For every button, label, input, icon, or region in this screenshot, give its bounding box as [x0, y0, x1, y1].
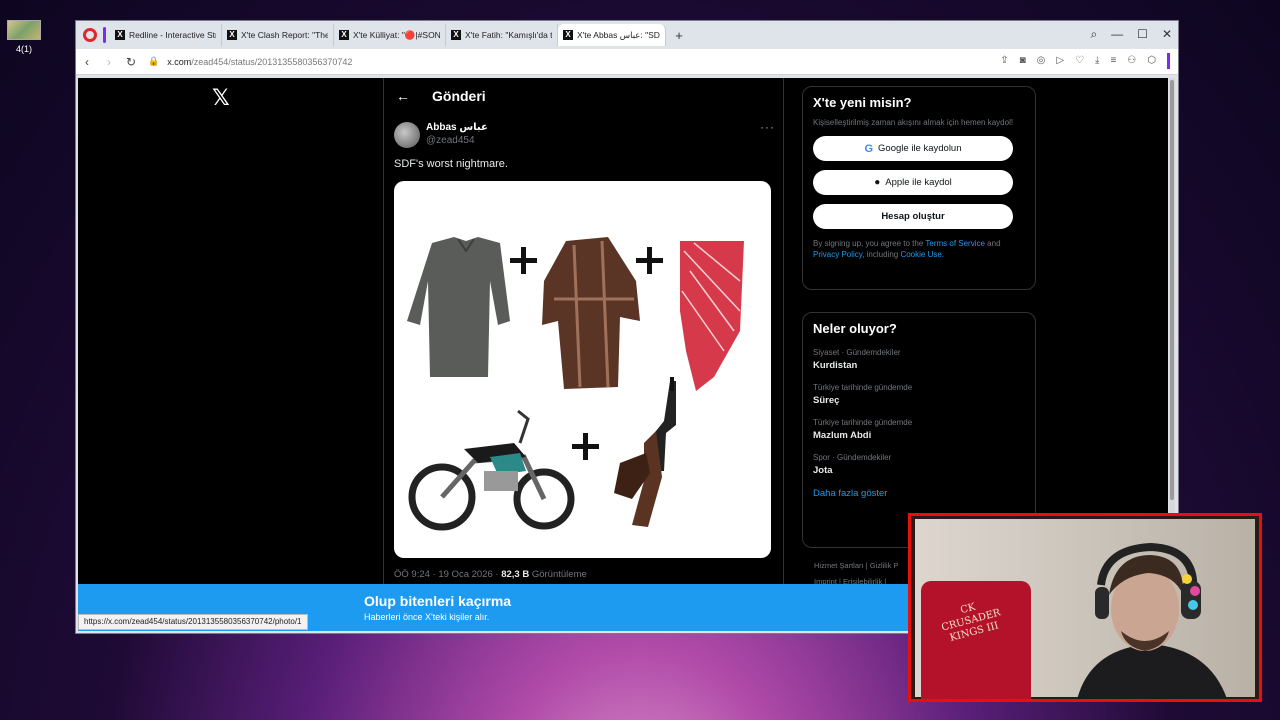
sidebar-accent [1167, 53, 1170, 69]
column-divider-right [783, 78, 784, 631]
search-tabs-icon[interactable]: ⌕ [1090, 27, 1097, 42]
apple-signup-button[interactable]: ● Apple ile kaydol [813, 170, 1013, 195]
back-nav-button[interactable]: ‹ [76, 55, 98, 69]
trend-item[interactable]: Spor · Gündemdekiler Jota [813, 453, 1025, 476]
gaming-chair [921, 581, 1031, 699]
trend-item[interactable]: Türkiye tarihinde gündemde Mazlum Abdi [813, 418, 1025, 441]
signup-title: X'te yeni misin? [813, 95, 912, 110]
post-header: ← Gönderi [396, 88, 486, 104]
webcam-feed: CK CRUSADER KINGS III [915, 519, 1255, 699]
trend-item[interactable]: Siyaset · Gündemdekiler Kurdistan [813, 348, 1025, 371]
profile-icon[interactable]: ⚇ [1127, 55, 1136, 69]
x-logo-icon[interactable]: 𝕏 [212, 86, 230, 111]
maximize-button[interactable]: ☐ [1137, 27, 1148, 42]
menu-icon[interactable]: ≡ [1110, 55, 1116, 69]
plus-sign-icon [572, 433, 599, 460]
view-count: 82,3 B [501, 569, 530, 580]
sidebar-indicator [103, 27, 106, 43]
apple-icon: ● [874, 177, 881, 188]
opera-logo-icon[interactable] [83, 28, 97, 42]
banner-subtitle: Haberleri önce X'teki kişiler alır. [364, 612, 490, 622]
column-divider-left [383, 78, 384, 631]
more-options-icon[interactable]: ··· [760, 120, 775, 134]
author-name[interactable]: Abbas عباس [426, 122, 488, 133]
page-scrollbar[interactable] [1169, 78, 1175, 528]
reload-button[interactable]: ↻ [120, 55, 142, 69]
tab-abbas-active[interactable]: XX'te Abbas عباس: "SDF's w [558, 24, 666, 46]
camera-icon[interactable]: ◙ [1020, 55, 1026, 69]
share-icon[interactable]: ⇪ [1000, 55, 1008, 69]
signup-terms: By signing up, you agree to the Terms of… [813, 239, 1001, 259]
signup-card: X'te yeni misin? Kişiselleştirilmiş zama… [802, 86, 1036, 290]
motorcycle-icon [408, 409, 575, 531]
forward-nav-button[interactable]: › [98, 55, 120, 69]
tab-kulliyat[interactable]: XX'te Külliyat: "🔴|#SONDA [334, 24, 446, 46]
plus-sign-icon [636, 247, 663, 274]
rifle-icon [614, 377, 676, 527]
tweet-text: SDF's worst nightmare. [394, 158, 508, 170]
x-favicon-icon: X [451, 30, 461, 40]
webcam-overlay: CK CRUSADER KINGS III [908, 513, 1262, 702]
link-status-bar: https://x.com/zead454/status/20131355803… [78, 614, 308, 630]
google-signup-button[interactable]: G Google ile kaydolun [813, 136, 1013, 161]
lock-icon[interactable]: 🔒 [148, 56, 159, 67]
tab-fatih[interactable]: XX'te Fatih: "Kamışlı'da topl [446, 24, 558, 46]
show-more-link[interactable]: Daha fazla göster [813, 488, 1025, 499]
new-tab-button[interactable]: + [670, 28, 688, 43]
author-handle[interactable]: @zead454 [426, 135, 488, 146]
extensions-icon[interactable]: ⬡ [1147, 55, 1156, 69]
tweet-media[interactable] [394, 181, 771, 558]
media-image [407, 237, 744, 531]
tab-clash-report[interactable]: XX'te Clash Report: "The Sy [222, 24, 334, 46]
robe-icon [407, 237, 510, 377]
tab-bar: XRedline - Interactive Strate XX'te Clas… [76, 21, 1178, 49]
download-icon[interactable]: ⤓ [1095, 55, 1099, 69]
trend-item[interactable]: Türkiye tarihinde gündemde Süreç [813, 383, 1025, 406]
trends-title: Neler oluyor? [813, 321, 897, 336]
shield-icon[interactable]: ◎ [1037, 55, 1046, 69]
streamer-figure [1077, 542, 1227, 699]
desktop-icon-label: 4(1) [15, 44, 32, 54]
create-account-button[interactable]: Hesap oluştur [813, 204, 1013, 229]
page-title: Gönderi [432, 88, 486, 104]
privacy-policy-link[interactable]: Privacy Policy [813, 250, 862, 259]
cookie-use-link[interactable]: Cookie Use. [900, 250, 944, 259]
tweet-author[interactable]: Abbas عباس @zead454 [394, 122, 488, 148]
tweet-metadata: ÖÖ 9:24 · 19 Oca 2026 · 82,3 B Görüntüle… [394, 569, 587, 580]
x-favicon-icon: X [563, 30, 573, 40]
plus-sign-icon [510, 247, 537, 274]
address-bar: ‹ › ↻ 🔒 x.com/zead454/status/20131355803… [76, 49, 1178, 75]
minimize-button[interactable]: — [1111, 27, 1123, 42]
tab-redline[interactable]: XRedline - Interactive Strate [110, 24, 222, 46]
heart-icon[interactable]: ♡ [1075, 55, 1084, 69]
x-favicon-icon: X [227, 30, 237, 40]
toolbar-icons: ⇪ ◙ ◎ ▷ ♡ ⤓ ≡ ⚇ ⬡ [1000, 53, 1170, 69]
close-window-button[interactable]: ✕ [1162, 27, 1172, 42]
banner-title: Olup bitenleri kaçırma [364, 593, 512, 609]
keffiyeh-icon [680, 241, 744, 391]
terms-of-service-link[interactable]: Terms of Service [925, 239, 985, 248]
signup-description: Kişiselleştirilmiş zaman akışını almak i… [813, 118, 1014, 127]
x-favicon-icon: X [115, 30, 125, 40]
x-favicon-icon: X [339, 30, 349, 40]
play-icon[interactable]: ▷ [1056, 55, 1064, 69]
cloak-icon [542, 237, 640, 389]
desktop-icon-thumbnail [7, 20, 41, 40]
url-field[interactable]: x.com/zead454/status/2013135580356370742 [167, 57, 352, 67]
window-controls: ⌕ — ☐ ✕ [1090, 27, 1172, 42]
google-icon: G [864, 142, 874, 155]
scrollbar-thumb[interactable] [1170, 80, 1174, 500]
desktop-icon[interactable]: 4(1) [6, 20, 42, 54]
avatar[interactable] [394, 122, 420, 148]
back-arrow-icon[interactable]: ← [396, 88, 410, 104]
